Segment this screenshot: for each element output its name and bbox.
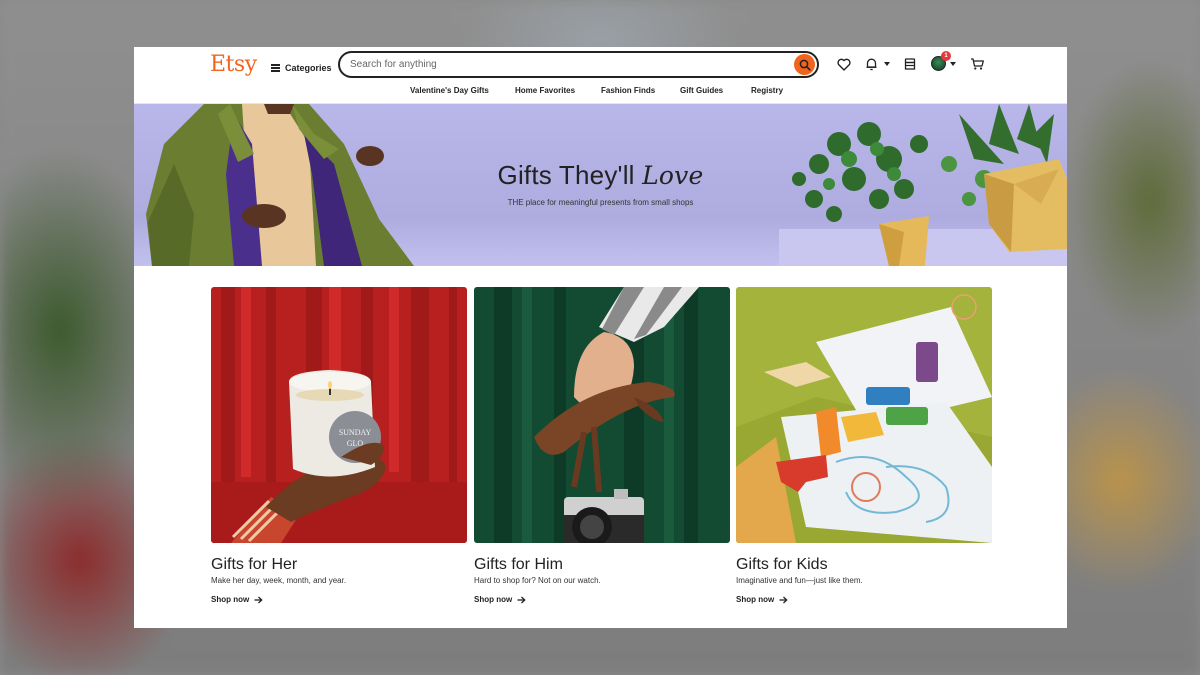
candle-photo: SUNDAY GLO xyxy=(211,287,467,543)
browser-page: Etsy Categories Search for anything 1 Va… xyxy=(134,47,1067,628)
bell-icon xyxy=(866,58,876,71)
card-description: Hard to shop for? Not on our watch. xyxy=(474,576,601,585)
gifts-for-kids-image[interactable] xyxy=(736,287,992,543)
card-title[interactable]: Gifts for Her xyxy=(211,556,467,574)
categories-button[interactable]: Categories xyxy=(271,58,332,78)
site-header: Etsy Categories Search for anything 1 Va… xyxy=(134,47,1067,104)
shop-icon xyxy=(904,58,916,70)
card-title[interactable]: Gifts for Kids xyxy=(736,556,992,574)
search-icon xyxy=(799,59,811,71)
shop-now-label: Shop now xyxy=(211,595,250,604)
search-bar xyxy=(338,51,819,78)
card-description: Imaginative and fun—just like them. xyxy=(736,576,863,585)
cart-button[interactable] xyxy=(968,55,986,73)
hero-title-italic: Love xyxy=(642,161,704,190)
category-nav: Valentine's Day Gifts Home Favorites Fas… xyxy=(134,84,1067,104)
chevron-down-icon[interactable] xyxy=(884,62,890,66)
etsy-logo[interactable]: Etsy xyxy=(210,52,257,77)
arrow-right-icon xyxy=(517,596,526,603)
notifications-button[interactable] xyxy=(862,55,880,73)
nav-item-registry[interactable]: Registry xyxy=(751,84,783,98)
shop-now-link[interactable]: Shop now xyxy=(736,595,992,604)
hero-banner[interactable]: Gifts They'll Love THE place for meaning… xyxy=(134,104,1067,266)
hero-title-main: Gifts They'll xyxy=(497,160,635,190)
account-chevron-down-icon[interactable] xyxy=(950,62,956,66)
favorites-button[interactable] xyxy=(835,55,853,73)
shop-manager-button[interactable] xyxy=(901,55,919,73)
card-gifts-for-her[interactable]: SUNDAY GLO Gifts for Her Make her day, w… xyxy=(211,287,467,604)
candle-label-text: SUNDAY xyxy=(339,428,372,437)
notification-badge: 1 xyxy=(941,51,951,61)
search-input[interactable] xyxy=(350,59,770,70)
crayons-photo xyxy=(736,287,992,543)
gifts-for-her-image[interactable]: SUNDAY GLO xyxy=(211,287,467,543)
heart-icon xyxy=(837,58,851,71)
shop-now-label: Shop now xyxy=(736,595,775,604)
gifts-for-him-image[interactable] xyxy=(474,287,730,543)
card-title[interactable]: Gifts for Him xyxy=(474,556,730,574)
nav-item-fashion-finds[interactable]: Fashion Finds xyxy=(601,84,655,98)
arrow-right-icon xyxy=(254,596,263,603)
arrow-right-icon xyxy=(779,596,788,603)
shop-now-label: Shop now xyxy=(474,595,513,604)
hamburger-icon xyxy=(271,64,280,72)
card-gifts-for-kids[interactable]: Gifts for Kids Imaginative and fun—just … xyxy=(736,287,992,604)
camera-strap-photo xyxy=(474,287,730,543)
card-gifts-for-him[interactable]: Gifts for Him Hard to shop for? Not on o… xyxy=(474,287,730,604)
nav-item-home-favorites[interactable]: Home Favorites xyxy=(515,84,575,98)
cart-icon xyxy=(970,58,984,70)
hero-plants-image xyxy=(779,104,1067,266)
nav-item-valentines[interactable]: Valentine's Day Gifts xyxy=(410,84,489,98)
categories-label: Categories xyxy=(285,63,332,73)
card-description: Make her day, week, month, and year. xyxy=(211,576,347,585)
search-button[interactable] xyxy=(794,54,815,75)
shop-now-link[interactable]: Shop now xyxy=(211,595,467,604)
nav-item-gift-guides[interactable]: Gift Guides xyxy=(680,84,723,98)
shop-now-link[interactable]: Shop now xyxy=(474,595,730,604)
